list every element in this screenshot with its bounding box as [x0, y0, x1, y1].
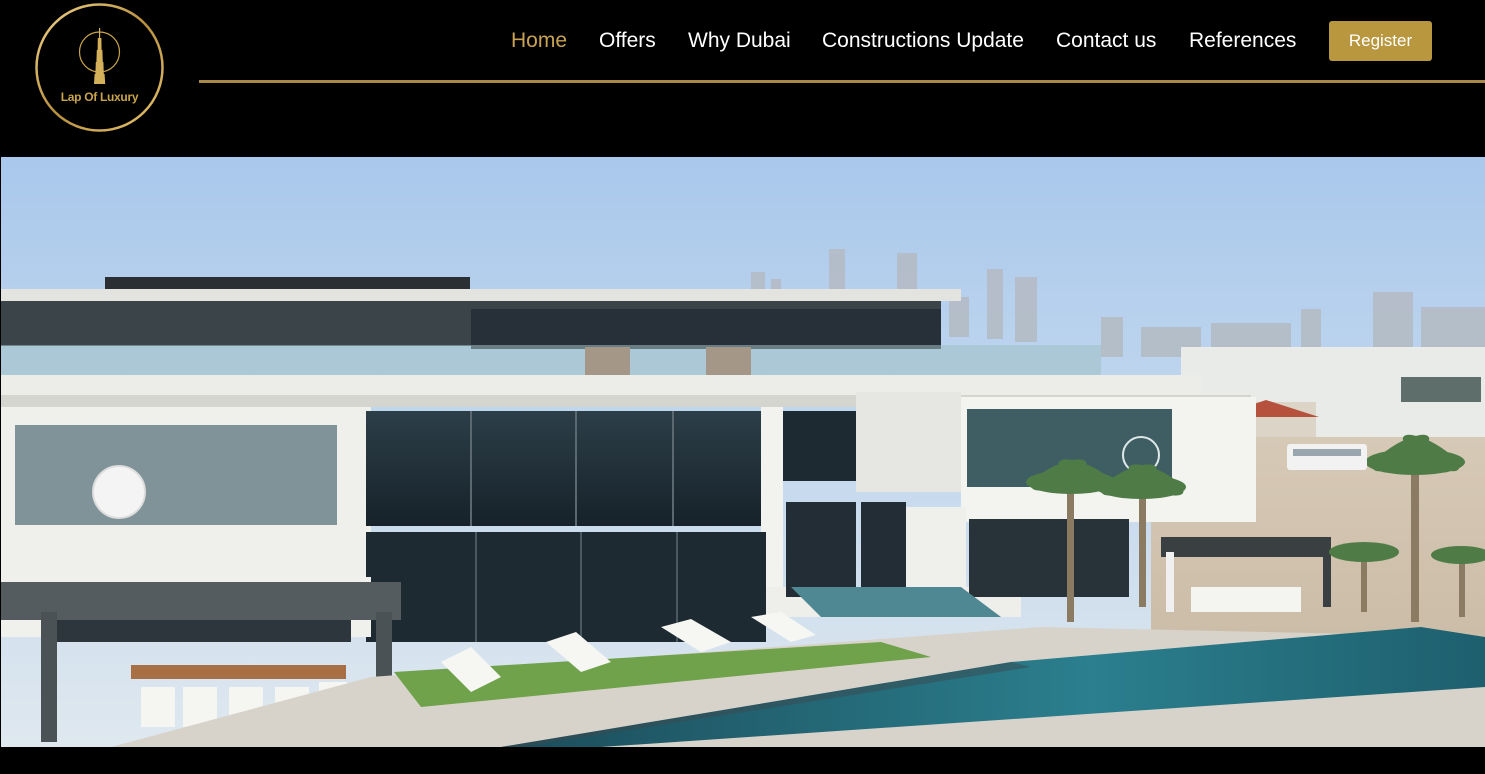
brand-logo[interactable]: Lap Of Luxury [34, 2, 165, 133]
brand-name: Lap Of Luxury [60, 90, 139, 104]
hero-video[interactable] [1, 157, 1485, 747]
header-divider [199, 80, 1485, 83]
nav-contact-us[interactable]: Contact us [1056, 28, 1156, 54]
footer-strip [0, 747, 1485, 774]
nav-home[interactable]: Home [511, 28, 567, 54]
hero-villa-image [1, 157, 1485, 747]
nav-constructions-update[interactable]: Constructions Update [822, 28, 1024, 54]
nav-why-dubai[interactable]: Why Dubai [688, 28, 791, 54]
nav-references[interactable]: References [1189, 28, 1296, 54]
nav-offers[interactable]: Offers [599, 28, 656, 54]
page: Lap Of Luxury Home Offers Why Dubai Cons… [0, 0, 1485, 774]
register-button[interactable]: Register [1329, 21, 1432, 61]
logo-emblem-icon [35, 3, 164, 132]
site-header: Lap Of Luxury Home Offers Why Dubai Cons… [0, 0, 1485, 156]
